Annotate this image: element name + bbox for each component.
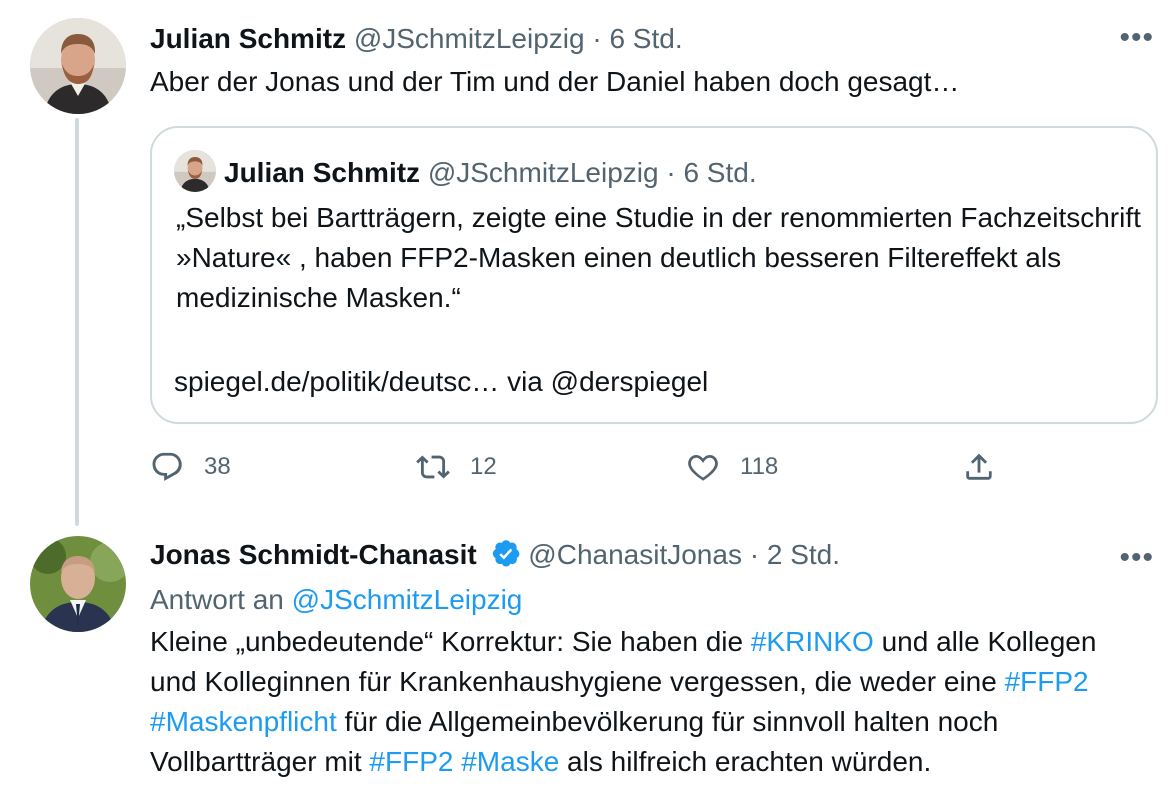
- retweet-icon: [416, 455, 450, 479]
- text-segment: Kleine „unbedeutende“ Korrektur: Sie hab…: [150, 626, 751, 657]
- retweet-count: 12: [470, 453, 497, 480]
- like-button[interactable]: 118: [686, 450, 778, 484]
- author-name[interactable]: Jonas Schmidt-Chanasit: [150, 539, 477, 570]
- verified-badge-icon: [491, 538, 521, 576]
- like-icon: [688, 454, 718, 481]
- avatar-quoted-julian-schmitz: [174, 150, 216, 192]
- quoted-author-handle: @JSchmitzLeipzig: [427, 157, 659, 188]
- hashtag-ffp2[interactable]: #FFP2: [369, 746, 453, 777]
- hashtag-krinko[interactable]: #KRINKO: [751, 626, 874, 657]
- avatar-julian-schmitz[interactable]: [30, 18, 126, 114]
- tweet-header: Julian Schmitz @JSchmitzLeipzig · 6 Std.: [150, 22, 683, 56]
- more-icon[interactable]: •••: [1119, 23, 1154, 53]
- tweet-jonas-schmidt-chanasit[interactable]: Jonas Schmidt-Chanasit @ChanasitJonas · …: [0, 520, 1172, 800]
- author-handle[interactable]: @JSchmitzLeipzig: [354, 23, 585, 54]
- quoted-tweet-link-line: spiegel.de/politik/deutsc… via @derspieg…: [174, 366, 709, 397]
- tweet-header: Jonas Schmidt-Chanasit @ChanasitJonas · …: [150, 538, 840, 576]
- reply-prefix: Antwort an: [150, 584, 284, 615]
- reply-button[interactable]: 38: [150, 450, 231, 484]
- thread-connector: [75, 118, 79, 526]
- separator: ·: [749, 539, 760, 570]
- retweet-button[interactable]: 12: [416, 450, 497, 484]
- reply-to-handle[interactable]: @JSchmitzLeipzig: [292, 584, 523, 615]
- avatar-jonas-schmidt-chanasit[interactable]: [30, 536, 126, 632]
- reply-context: Antwort an @JSchmitzLeipzig: [150, 580, 522, 620]
- separator: ·: [666, 157, 676, 188]
- quoted-author-name: Julian Schmitz: [224, 157, 421, 188]
- quoted-tweet-text: „Selbst bei Bartträgern, zeigte eine Stu…: [176, 202, 1141, 313]
- reply-icon: [152, 452, 182, 481]
- text-segment: als hilfreich erachten würden.: [559, 746, 932, 777]
- quoted-tweet-header: Julian Schmitz @JSchmitzLeipzig · 6 Std.: [224, 156, 757, 190]
- tweet-time[interactable]: 6 Std.: [609, 23, 682, 54]
- tweet-julian-schmitz[interactable]: Julian Schmitz @JSchmitzLeipzig · 6 Std.…: [0, 0, 1172, 526]
- tweet-time[interactable]: 2 Std.: [767, 539, 840, 570]
- more-icon[interactable]: •••: [1119, 543, 1154, 573]
- separator: ·: [592, 23, 602, 54]
- tweet-text: Kleine „unbedeutende“ Korrektur: Sie hab…: [150, 622, 1150, 782]
- reply-count: 38: [204, 453, 231, 480]
- tweet-actions: 38 12 118: [150, 450, 1010, 494]
- hashtag-maskenpflicht[interactable]: #Maskenpflicht: [150, 706, 337, 737]
- share-button[interactable]: [962, 450, 996, 484]
- author-handle[interactable]: @ChanasitJonas: [528, 539, 742, 570]
- tweet-text: Aber der Jonas und der Tim und der Danie…: [150, 66, 960, 97]
- quoted-tweet[interactable]: Julian Schmitz @JSchmitzLeipzig · 6 Std.…: [150, 126, 1158, 424]
- share-icon: [966, 453, 992, 480]
- hashtag-maske[interactable]: #Maske: [461, 746, 559, 777]
- author-name[interactable]: Julian Schmitz: [150, 23, 346, 54]
- quoted-tweet-time: 6 Std.: [683, 157, 757, 188]
- hashtag-ffp2[interactable]: #FFP2: [1005, 666, 1089, 697]
- like-count: 118: [740, 453, 779, 480]
